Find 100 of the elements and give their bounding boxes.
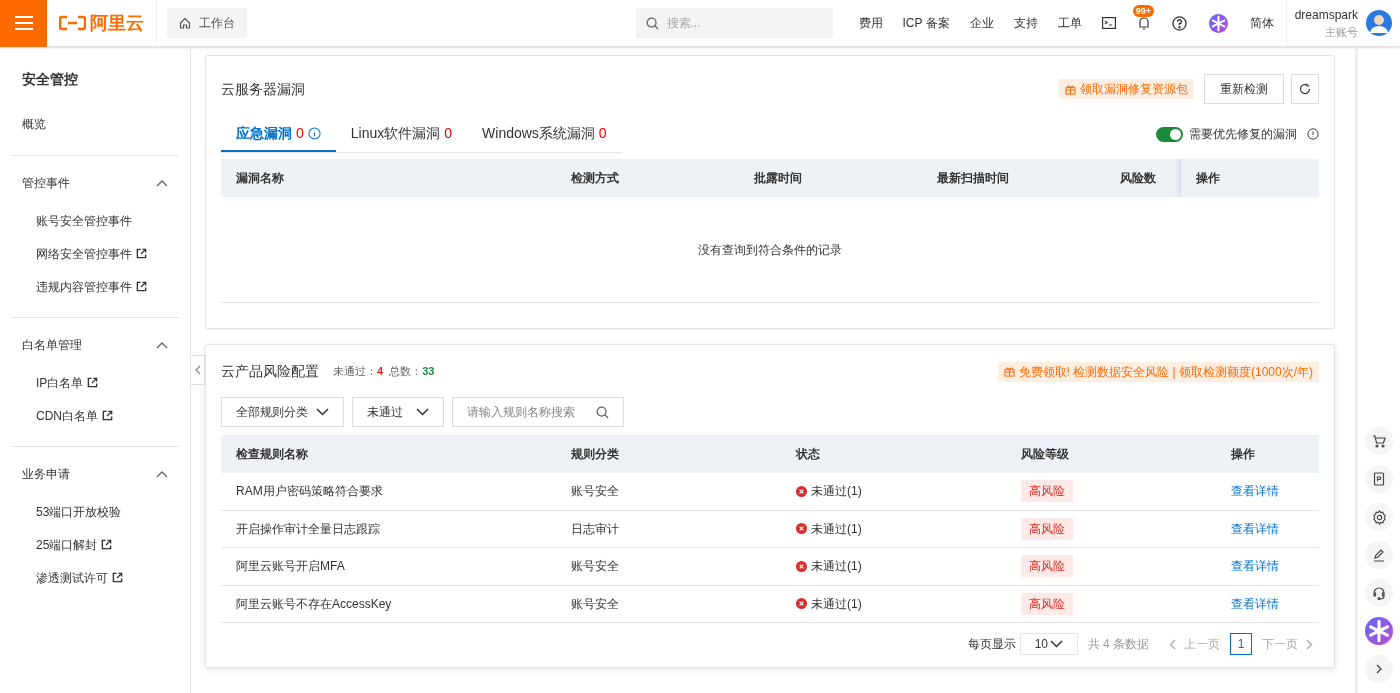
rule-search-field[interactable]: 请输入规则名称搜索 [452,397,624,427]
column-header: 检查规则名称 [235,446,309,463]
gift-icon [1065,83,1076,95]
edit-button[interactable] [1365,541,1393,569]
external-link-icon [87,377,99,388]
sidebar-title: 安全管控 [21,70,79,89]
star-logo-icon[interactable] [1365,617,1393,645]
chevron-right-icon [1306,638,1313,650]
nav-link[interactable]: ICP 备案 [902,14,950,32]
toggle-switch[interactable] [1156,126,1183,142]
notification-badge: 99+ [1132,5,1154,17]
details-link[interactable]: 查看详情 [1231,559,1279,574]
page-size-select[interactable]: 10 [1019,633,1078,655]
filter-select[interactable]: 全部规则分类 [221,397,344,427]
settings-button[interactable] [1365,503,1393,531]
search-field[interactable]: 搜索... [635,8,833,38]
recheck-button[interactable]: 重新检测 [1204,74,1284,104]
settings-icon [1371,509,1387,525]
tab[interactable]: 应急漏洞 0 [221,116,336,152]
sidebar-item[interactable]: 概览 [11,115,179,133]
risk-tag: 高风险 [1021,555,1073,578]
column-header: 风险等级 [1020,446,1070,463]
rule-search-input[interactable]: 请输入规则名称搜索 [453,398,596,426]
document-icon [1372,472,1386,486]
tab[interactable]: Linux软件漏洞 0 [335,116,468,152]
avatar-icon[interactable] [1366,10,1392,36]
details-link[interactable]: 查看详情 [1231,596,1279,611]
error-icon [796,598,807,610]
tab[interactable]: Windows系统漏洞 0 [467,116,622,152]
sidebar-item[interactable]: 账号安全管控事件 [11,204,179,237]
column-header: 风险数 [1119,170,1157,187]
chevron-up-icon[interactable] [156,341,168,349]
chevron-right-icon [1376,664,1382,674]
menu-icon [13,15,34,31]
sidebar-item[interactable]: CDN白名单 [11,399,179,432]
failed-count: 未通过：4 [333,364,384,380]
page-size-label: 每页显示 [967,636,1016,653]
help-icon[interactable] [1171,15,1187,31]
support-button[interactable] [1365,579,1393,607]
search-icon [645,16,659,30]
empty-message: 没有查询到符合条件的记录 [698,241,842,259]
sidebar-group-header[interactable]: 白名单管理 [11,336,179,354]
status-text: 未通过(1) [811,483,862,501]
risk-tag: 高风险 [1021,517,1073,540]
error-icon [796,560,807,572]
info-icon [1307,128,1319,140]
status-text: 未通过(1) [811,520,862,538]
table-cell-text: RAM用户密码策略符合要求 [235,483,384,501]
column-header: 操作 [1180,159,1319,197]
column-header: 操作 [1230,446,1256,463]
terminal-icon[interactable] [1101,17,1116,29]
column-header: 批露时间 [753,170,803,187]
risk-tag: 高风险 [1021,592,1073,615]
details-link[interactable]: 查看详情 [1231,484,1279,499]
sidebar-group-header[interactable]: 管控事件 [11,174,179,192]
status-text: 未通过(1) [811,558,862,576]
card-title: 云产品风险配置 [221,362,319,381]
sidebar-item[interactable]: 53端口开放校验 [11,495,179,528]
table-cell-text: 账号安全 [570,595,620,613]
nav-link[interactable]: 费用 [858,14,883,32]
nav-link[interactable]: 企业 [969,14,994,32]
sidebar-item[interactable]: 渗透测试许可 [11,561,179,594]
headset-icon [1372,586,1386,600]
search-input[interactable]: 搜索... [666,8,833,38]
card-title: 云服务器漏洞 [221,79,306,99]
cart-button[interactable] [1365,427,1393,455]
user-name[interactable]: dreamspark [1294,5,1358,24]
home-icon [179,17,191,29]
external-link-icon [112,572,123,583]
nav-link[interactable]: 支持 [1013,14,1038,32]
external-link-icon [102,410,113,421]
filter-select[interactable]: 未通过 [352,397,444,427]
chevron-up-icon[interactable] [156,179,168,187]
chevron-down-icon [416,408,429,416]
chevron-left-icon [1169,638,1176,650]
document-button[interactable] [1365,465,1393,493]
external-link-icon [101,539,113,550]
page-button[interactable]: 1 [1230,633,1252,655]
external-link-icon [136,248,147,259]
logo-icon [59,15,86,31]
sidebar-item[interactable]: IP白名单 [11,366,179,399]
breadcrumb-link[interactable]: 工作台 [167,8,247,38]
language-link[interactable]: 简体 [1249,14,1274,32]
details-link[interactable]: 查看详情 [1231,521,1279,536]
bell-icon[interactable] [1137,16,1150,30]
menu-button[interactable] [0,0,47,47]
refresh-button[interactable] [1291,74,1319,104]
nav-link[interactable]: 工单 [1057,14,1082,32]
chevron-left-icon [194,365,201,375]
logo-text: 阿里云 [90,11,144,35]
toggle-label: 需要优先修复的漏洞 [1189,126,1297,143]
info-icon [307,126,321,140]
sidebar-item[interactable]: 25端口解封 [11,528,179,561]
star-logo-icon[interactable] [1208,13,1228,33]
sidebar-group-header[interactable]: 业务申请 [11,465,179,483]
risk-tag: 高风险 [1021,480,1073,503]
table-cell-text: 开启操作审计全量日志跟踪 [235,520,381,538]
sidebar-item[interactable]: 网络安全管控事件 [11,237,179,270]
sidebar-item[interactable]: 违规内容管控事件 [11,270,179,303]
chevron-up-icon[interactable] [156,470,168,478]
